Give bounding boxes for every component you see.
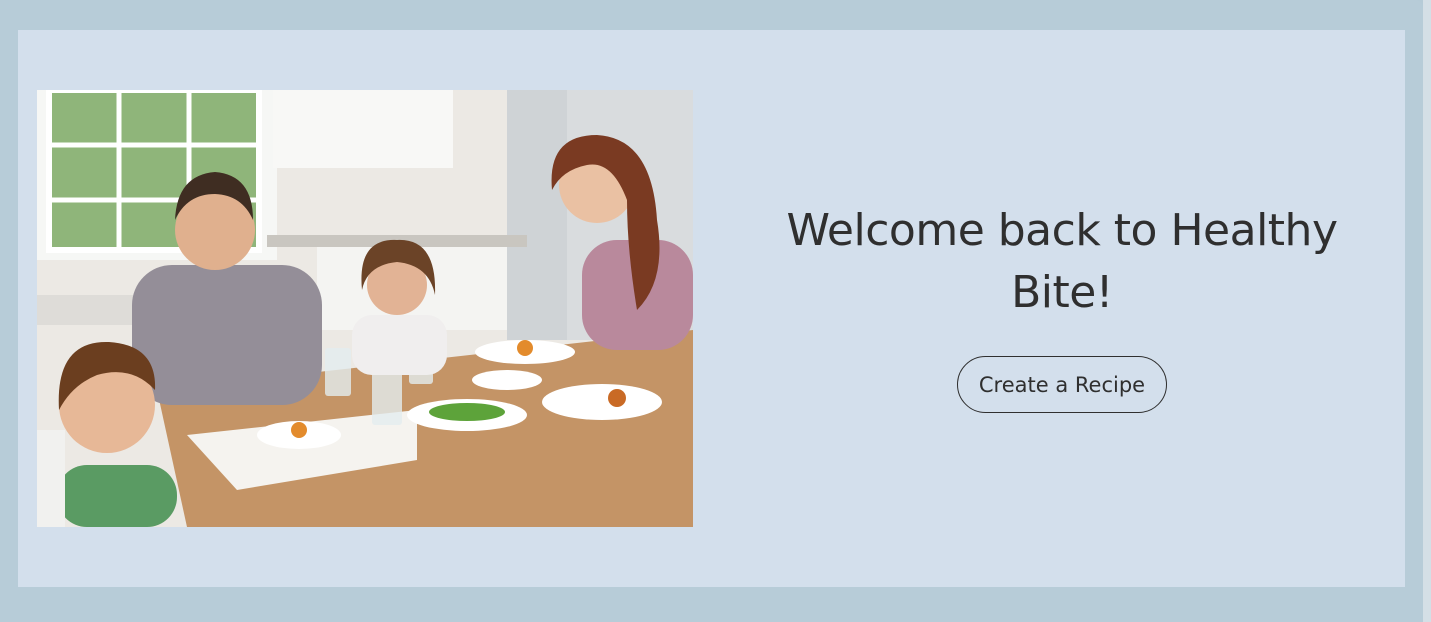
hero-text-block: Welcome back to Healthy Bite! Create a R… [742, 200, 1382, 413]
hero-section: Welcome back to Healthy Bite! Create a R… [18, 30, 1405, 587]
family-dinner-illustration [37, 90, 693, 527]
welcome-heading: Welcome back to Healthy Bite! [786, 205, 1338, 318]
scrollbar-track[interactable] [1423, 0, 1431, 622]
create-recipe-button[interactable]: Create a Recipe [956, 356, 1168, 413]
family-dinner-photo [37, 90, 693, 527]
